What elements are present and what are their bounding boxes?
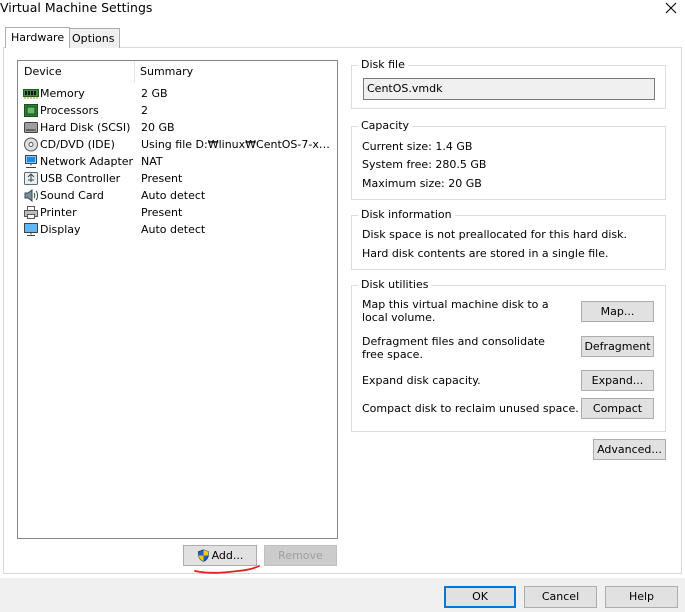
device-row-network-adapter[interactable]: Network Adapter NAT: [18, 153, 337, 170]
advanced-button[interactable]: Advanced...: [593, 439, 666, 460]
column-summary-header[interactable]: Summary: [134, 61, 334, 83]
tab-options[interactable]: Options: [66, 28, 121, 48]
device-label: Printer: [40, 206, 77, 219]
device-label: Hard Disk (SCSI): [40, 121, 131, 134]
device-summary: Present: [141, 206, 183, 219]
device-label: USB Controller: [40, 172, 121, 185]
device-label: Memory: [40, 87, 85, 100]
network-adapter-icon: [23, 154, 39, 169]
device-row-sound-card[interactable]: Sound Card Auto detect: [18, 187, 337, 204]
tab-hardware[interactable]: Hardware: [5, 27, 71, 48]
system-free-text: System free: 280.5 GB: [362, 158, 487, 171]
compact-description: Compact disk to reclaim unused space.: [362, 402, 579, 415]
column-device-header[interactable]: Device: [18, 61, 134, 83]
device-summary: 2 GB: [141, 87, 168, 100]
red-annotation-stroke: [193, 562, 263, 579]
map-description: Map this virtual machine disk to a local…: [362, 298, 549, 324]
disk-info-line-2: Hard disk contents are stored in a singl…: [362, 247, 609, 260]
compact-button[interactable]: Compact: [581, 398, 654, 419]
cd-dvd-icon: [23, 137, 39, 152]
device-label: Display: [40, 223, 81, 236]
window-title: Virtual Machine Settings: [0, 0, 153, 15]
device-summary: 20 GB: [141, 121, 175, 134]
device-summary: Auto detect: [141, 189, 206, 202]
device-label: Network Adapter: [40, 155, 134, 168]
device-summary: Using file D:₩linux₩CentOS-7-x86_...: [141, 138, 333, 151]
device-label: Processors: [40, 104, 99, 117]
device-row-processors[interactable]: Processors 2: [18, 102, 337, 119]
device-summary: Auto detect: [141, 223, 206, 236]
close-icon[interactable]: [663, 0, 679, 16]
expand-button[interactable]: Expand...: [581, 370, 654, 391]
printer-icon: [23, 205, 39, 220]
remove-hardware-button[interactable]: Remove: [264, 545, 337, 566]
disk-info-line-1: Disk space is not preallocated for this …: [362, 228, 627, 241]
cancel-button[interactable]: Cancel: [524, 586, 597, 608]
memory-icon: [23, 86, 39, 101]
list-header: Device Summary: [18, 61, 337, 83]
defragment-button[interactable]: Defragment: [581, 336, 654, 357]
device-summary: NAT: [141, 155, 163, 168]
device-row-display[interactable]: Display Auto detect: [18, 221, 337, 238]
ok-button[interactable]: OK: [444, 586, 516, 608]
current-size-text: Current size: 1.4 GB: [362, 140, 473, 153]
display-icon: [23, 222, 39, 237]
device-label: Sound Card: [40, 189, 104, 202]
add-button-label: Add...: [211, 549, 244, 562]
device-summary: 2: [141, 104, 148, 117]
device-row-memory[interactable]: Memory 2 GB: [18, 85, 337, 102]
device-row-cd-dvd[interactable]: CD/DVD (IDE) Using file D:₩linux₩CentOS-…: [18, 136, 337, 153]
capacity-group: Capacity Current size: 1.4 GB System fre…: [351, 119, 666, 200]
device-row-printer[interactable]: Printer Present: [18, 204, 337, 221]
device-summary: Present: [141, 172, 183, 185]
sound-card-icon: [23, 188, 39, 203]
disk-file-title: Disk file: [358, 58, 408, 72]
usb-controller-icon: [23, 171, 39, 186]
disk-information-group: Disk information Disk space is not preal…: [351, 208, 666, 270]
disk-utilities-group: Disk utilities Map this virtual machine …: [351, 278, 666, 432]
device-list[interactable]: Device Summary Memory 2 GB Processors 2 …: [17, 60, 338, 539]
hard-disk-icon: [23, 120, 39, 135]
disk-file-field[interactable]: CentOS.vmdk: [363, 78, 655, 100]
expand-description: Expand disk capacity.: [362, 374, 481, 387]
device-label: CD/DVD (IDE): [40, 138, 115, 151]
disk-information-title: Disk information: [358, 208, 455, 222]
defragment-description: Defragment files and consolidate free sp…: [362, 335, 545, 361]
device-row-hard-disk[interactable]: Hard Disk (SCSI) 20 GB: [18, 119, 337, 136]
map-button[interactable]: Map...: [581, 301, 654, 322]
capacity-title: Capacity: [358, 119, 413, 133]
disk-utilities-title: Disk utilities: [358, 278, 432, 292]
processor-icon: [23, 103, 39, 118]
device-row-usb-controller[interactable]: USB Controller Present: [18, 170, 337, 187]
maximum-size-text: Maximum size: 20 GB: [362, 177, 482, 190]
help-button[interactable]: Help: [605, 586, 678, 608]
disk-file-group: Disk file CentOS.vmdk: [351, 58, 666, 109]
